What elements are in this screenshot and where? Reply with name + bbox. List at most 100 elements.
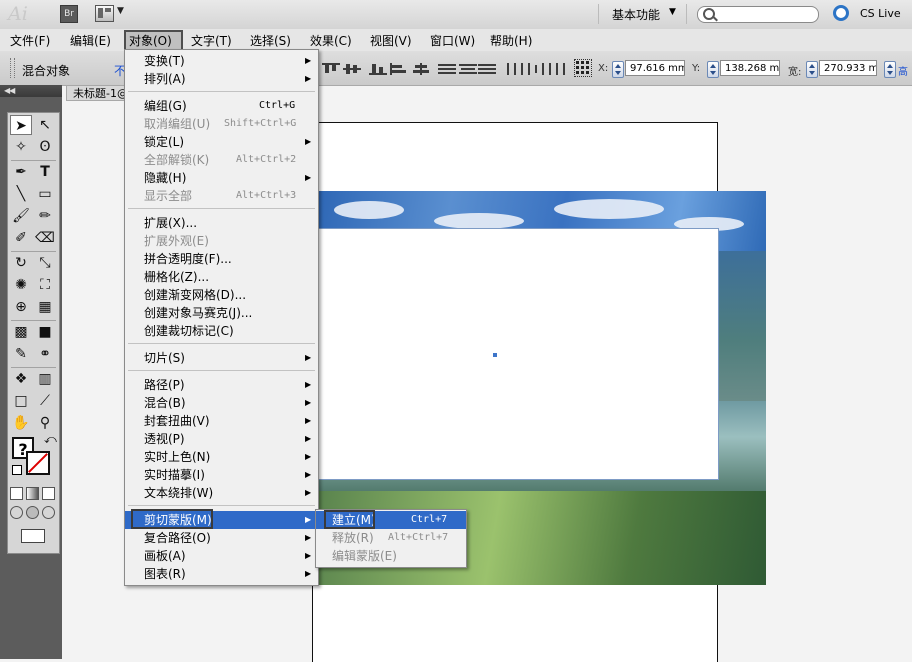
eyedropper-tool-icon[interactable]: ✎	[10, 344, 32, 364]
scale-tool-icon[interactable]: ⤡	[34, 253, 56, 273]
rotate-tool-icon[interactable]: ↻	[10, 253, 32, 273]
y-stepper[interactable]	[707, 61, 719, 78]
menu-item-text-wrap[interactable]: 文本绕排(W) ▶	[125, 484, 318, 502]
document-tab[interactable]: 未标题-1@	[66, 85, 126, 101]
menu-item-live-paint[interactable]: 实时上色(N) ▶	[125, 448, 318, 466]
blend-tool-icon[interactable]: ⚭	[34, 344, 56, 364]
menu-item-group[interactable]: 编组(G) Ctrl+G	[125, 97, 318, 115]
warp-tool-icon[interactable]: ✺	[10, 275, 32, 295]
draw-normal-icon[interactable]	[10, 506, 23, 519]
lasso-tool-icon[interactable]: ʘ	[34, 137, 56, 157]
menu-type[interactable]: 文字(T)	[191, 32, 232, 49]
menu-item-live-trace[interactable]: 实时描摹(I) ▶	[125, 466, 318, 484]
hand-tool-icon[interactable]: ✋	[10, 413, 32, 433]
draw-inside-icon[interactable]	[42, 506, 55, 519]
symbol-sprayer-tool-icon[interactable]: ❖	[10, 369, 32, 389]
width-field[interactable]: 270.933 mr	[819, 60, 877, 76]
menu-item-compound-path[interactable]: 复合路径(O) ▶	[125, 529, 318, 547]
artboard-tool-icon[interactable]: □	[10, 391, 32, 411]
menu-item-slice[interactable]: 切片(S) ▶	[125, 349, 318, 367]
height-stepper[interactable]	[884, 61, 896, 78]
gradient-tool-icon[interactable]: ■	[34, 322, 56, 342]
panel-grip[interactable]	[10, 58, 15, 78]
cslive-button[interactable]: CS Live	[860, 7, 901, 20]
menu-item-lock[interactable]: 锁定(L) ▶	[125, 133, 318, 151]
menu-item-perspective[interactable]: 透视(P) ▶	[125, 430, 318, 448]
magic-wand-tool-icon[interactable]: ✧	[10, 137, 32, 157]
paintbrush-tool-icon[interactable]: 🖌	[10, 206, 32, 226]
distribute-vcenter-icon[interactable]	[459, 63, 477, 75]
reference-point-icon[interactable]	[574, 59, 592, 77]
perspective-grid-tool-icon[interactable]: ▦	[34, 297, 56, 317]
y-field[interactable]: 138.268 mm	[720, 60, 780, 76]
menu-item-create-trim-marks[interactable]: 创建裁切标记(C)	[125, 322, 318, 340]
arrange-documents-icon[interactable]	[95, 5, 114, 22]
column-graph-tool-icon[interactable]: ▥	[34, 369, 56, 389]
menu-item-hide[interactable]: 隐藏(H) ▶	[125, 169, 318, 187]
menu-item-expand[interactable]: 扩展(X)...	[125, 214, 318, 232]
chevron-down-icon[interactable]: ▼	[669, 7, 676, 17]
menu-item-transform[interactable]: 变换(T) ▶	[125, 52, 318, 70]
workspace-switcher[interactable]: 基本功能	[612, 6, 660, 23]
gradient-mode-icon[interactable]	[26, 487, 39, 500]
distribute-top-icon[interactable]	[438, 63, 456, 75]
menu-item-path[interactable]: 路径(P) ▶	[125, 376, 318, 394]
distribute-right-icon[interactable]	[548, 63, 566, 75]
menu-object[interactable]: 对象(O)	[129, 32, 172, 49]
align-hcenter-icon[interactable]	[412, 63, 430, 75]
collapse-icon[interactable]: ◀◀	[4, 86, 15, 95]
menu-item-create-object-mosaic[interactable]: 创建对象马赛克(J)...	[125, 304, 318, 322]
selection-tool-icon[interactable]: ➤	[10, 115, 32, 135]
mesh-tool-icon[interactable]: ▩	[10, 322, 32, 342]
menu-file[interactable]: 文件(F)	[10, 32, 50, 49]
line-tool-icon[interactable]: ╲	[10, 184, 32, 204]
pen-tool-icon[interactable]: ✒	[10, 162, 32, 182]
distribute-left-icon[interactable]	[506, 63, 524, 75]
zoom-tool-icon[interactable]: ⚲	[34, 413, 56, 433]
align-left-icon[interactable]	[390, 63, 408, 75]
chevron-down-icon[interactable]: ▼	[117, 6, 124, 16]
bridge-button[interactable]: Br	[60, 5, 78, 23]
width-stepper[interactable]	[806, 61, 818, 78]
menu-select[interactable]: 选择(S)	[250, 32, 291, 49]
menu-item-ungroup: 取消编组(U) Shift+Ctrl+G	[144, 117, 297, 131]
none-mode-icon[interactable]	[42, 487, 55, 500]
menu-item-create-gradient-mesh[interactable]: 创建渐变网格(D)...	[125, 286, 318, 304]
menu-item-flatten-transparency[interactable]: 拼合透明度(F)...	[125, 250, 318, 268]
menu-item-envelope-distort[interactable]: 封套扭曲(V) ▶	[125, 412, 318, 430]
align-top-icon[interactable]	[322, 63, 340, 75]
type-tool-icon[interactable]: T	[34, 162, 56, 182]
screen-mode-icon[interactable]	[21, 529, 45, 543]
menu-help[interactable]: 帮助(H)	[490, 32, 532, 49]
x-field[interactable]: 97.616 mm	[625, 60, 685, 76]
direct-selection-tool-icon[interactable]: ↖	[34, 115, 56, 135]
menu-item-rasterize[interactable]: 栅格化(Z)...	[125, 268, 318, 286]
menu-view[interactable]: 视图(V)	[370, 32, 412, 49]
slice-tool-icon[interactable]: ⟋	[34, 391, 56, 411]
blob-brush-tool-icon[interactable]: ✐	[10, 228, 32, 248]
rectangle-tool-icon[interactable]: ▭	[34, 184, 56, 204]
free-transform-tool-icon[interactable]: ⛶	[34, 275, 56, 295]
menu-window[interactable]: 窗口(W)	[430, 32, 475, 49]
shape-builder-tool-icon[interactable]: ⊕	[10, 297, 32, 317]
distribute-hcenter-icon[interactable]	[527, 63, 545, 75]
eraser-tool-icon[interactable]: ⌫	[34, 228, 56, 248]
draw-behind-icon[interactable]	[26, 506, 39, 519]
distribute-bottom-icon[interactable]	[478, 63, 496, 75]
menu-item-artboards[interactable]: 画板(A) ▶	[125, 547, 318, 565]
menu-effect[interactable]: 效果(C)	[310, 32, 352, 49]
mask-rectangle[interactable]	[316, 228, 719, 480]
cslive-icon[interactable]	[833, 5, 849, 21]
default-colors-icon[interactable]	[12, 465, 22, 475]
stroke-swatch[interactable]	[26, 451, 50, 475]
align-vcenter-icon[interactable]	[343, 63, 361, 75]
x-stepper[interactable]	[612, 61, 624, 78]
color-mode-icon[interactable]	[10, 487, 23, 500]
pencil-tool-icon[interactable]: ✏	[34, 206, 56, 226]
swap-fill-stroke-icon[interactable]: ⤺	[44, 432, 57, 447]
menu-edit[interactable]: 编辑(E)	[70, 32, 111, 49]
menu-item-graph[interactable]: 图表(R) ▶	[125, 565, 318, 583]
menu-item-arrange[interactable]: 排列(A) ▶	[125, 70, 318, 88]
align-bottom-icon[interactable]	[369, 63, 387, 75]
menu-item-blend[interactable]: 混合(B) ▶	[125, 394, 318, 412]
